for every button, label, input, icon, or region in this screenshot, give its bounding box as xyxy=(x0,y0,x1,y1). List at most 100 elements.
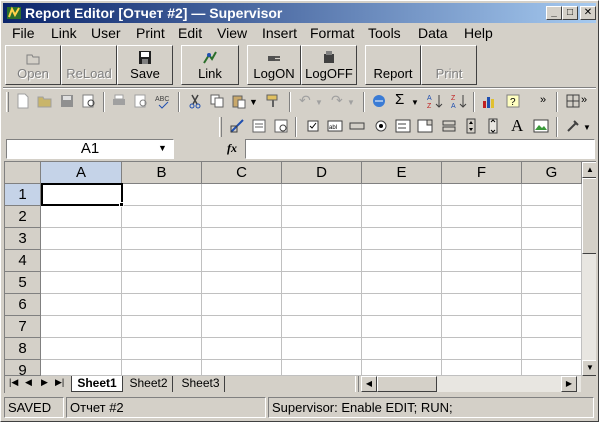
menu-link[interactable]: Link xyxy=(51,25,77,41)
cell-d2[interactable] xyxy=(282,206,362,228)
prev-sheet-icon[interactable]: ◀ xyxy=(25,377,32,388)
cell-g1[interactable] xyxy=(522,184,582,206)
print-preview-icon[interactable] xyxy=(81,93,97,109)
active-cell-a1[interactable] xyxy=(41,183,123,206)
first-sheet-icon[interactable]: |◀ xyxy=(9,377,18,388)
design-mode-icon[interactable] xyxy=(229,118,245,134)
cell-a5[interactable] xyxy=(41,272,122,294)
row-header-2[interactable]: 2 xyxy=(5,206,41,228)
report-button[interactable]: Report xyxy=(365,45,421,85)
cell-c6[interactable] xyxy=(202,294,282,316)
row-header-5[interactable]: 5 xyxy=(5,272,41,294)
cell-d1[interactable] xyxy=(282,184,362,206)
cell-e3[interactable] xyxy=(362,228,442,250)
new-file-icon[interactable] xyxy=(15,93,31,109)
cell-f8[interactable] xyxy=(442,338,522,360)
last-sheet-icon[interactable]: ▶| xyxy=(55,377,64,388)
cell-c7[interactable] xyxy=(202,316,282,338)
cell-d6[interactable] xyxy=(282,294,362,316)
cell-e4[interactable] xyxy=(362,250,442,272)
horizontal-scroll-thumb[interactable] xyxy=(377,376,437,392)
cell-c5[interactable] xyxy=(202,272,282,294)
cell-d9[interactable] xyxy=(282,360,362,376)
menu-edit[interactable]: Edit xyxy=(178,25,202,41)
menu-view[interactable]: View xyxy=(217,25,247,41)
toolbar-overflow-icon-2[interactable]: » xyxy=(581,94,597,110)
cell-b1[interactable] xyxy=(122,184,202,206)
copy-icon[interactable] xyxy=(209,93,225,109)
cell-a7[interactable] xyxy=(41,316,122,338)
combobox-control-icon[interactable] xyxy=(417,118,433,134)
insert-function-icon[interactable]: fx xyxy=(227,141,237,156)
cell-a2[interactable] xyxy=(41,206,122,228)
cell-e8[interactable] xyxy=(362,338,442,360)
formula-input[interactable] xyxy=(245,139,595,159)
menu-format[interactable]: Format xyxy=(310,25,354,41)
row-header-8[interactable]: 8 xyxy=(5,338,41,360)
cell-f3[interactable] xyxy=(442,228,522,250)
cell-a6[interactable] xyxy=(41,294,122,316)
cell-a8[interactable] xyxy=(41,338,122,360)
cell-b6[interactable] xyxy=(122,294,202,316)
row-header-3[interactable]: 3 xyxy=(5,228,41,250)
menu-help[interactable]: Help xyxy=(464,25,493,41)
cell-c3[interactable] xyxy=(202,228,282,250)
menu-insert[interactable]: Insert xyxy=(262,25,297,41)
preview-icon[interactable] xyxy=(133,93,149,109)
cut-icon[interactable] xyxy=(187,93,203,109)
cell-g2[interactable] xyxy=(522,206,582,228)
column-header-e[interactable]: E xyxy=(362,162,442,184)
command-button-icon[interactable] xyxy=(349,118,365,134)
column-header-a[interactable]: A xyxy=(41,162,122,184)
option-button-icon[interactable] xyxy=(373,118,389,134)
label-control-icon[interactable]: A xyxy=(511,116,527,135)
scroll-down-icon[interactable]: ▼ xyxy=(582,360,596,376)
checkbox-control-icon[interactable] xyxy=(305,118,321,134)
image-control-icon[interactable] xyxy=(533,118,549,134)
tab-split-handle[interactable] xyxy=(355,376,359,392)
fill-handle[interactable] xyxy=(119,202,124,207)
cell-b4[interactable] xyxy=(122,250,202,272)
cell-e2[interactable] xyxy=(362,206,442,228)
save-disk-icon[interactable] xyxy=(59,93,75,109)
paste-icon[interactable] xyxy=(231,93,247,109)
minimize-button[interactable]: _ xyxy=(546,6,562,20)
column-header-b[interactable]: B xyxy=(122,162,202,184)
paste-dropdown-icon[interactable]: ▼ xyxy=(249,97,265,113)
textbox-control-icon[interactable]: abl xyxy=(327,118,343,134)
cell-a4[interactable] xyxy=(41,250,122,272)
toolbar-grip[interactable] xyxy=(6,92,9,112)
cell-d7[interactable] xyxy=(282,316,362,338)
cell-g4[interactable] xyxy=(522,250,582,272)
cell-f1[interactable] xyxy=(442,184,522,206)
undo-dropdown-icon[interactable]: ▼ xyxy=(315,98,331,114)
more-controls-dropdown-icon[interactable]: ▼ xyxy=(583,123,599,139)
cell-b5[interactable] xyxy=(122,272,202,294)
select-all-corner[interactable] xyxy=(5,162,41,184)
cell-c4[interactable] xyxy=(202,250,282,272)
toolbar-grip[interactable] xyxy=(219,117,222,137)
row-header-1[interactable]: 1 xyxy=(5,184,41,206)
scroll-right-icon[interactable]: ▶ xyxy=(561,376,577,392)
cell-d8[interactable] xyxy=(282,338,362,360)
open-button[interactable]: Open xyxy=(5,45,61,85)
autosum-dropdown-icon[interactable]: ▼ xyxy=(411,98,427,114)
menu-user[interactable]: User xyxy=(91,25,121,41)
row-header-7[interactable]: 7 xyxy=(5,316,41,338)
cell-d3[interactable] xyxy=(282,228,362,250)
menu-data[interactable]: Data xyxy=(418,25,448,41)
sort-ascending-icon[interactable]: AZ xyxy=(427,93,443,109)
open-folder-icon[interactable] xyxy=(37,93,53,109)
cell-f9[interactable] xyxy=(442,360,522,376)
redo-dropdown-icon[interactable]: ▼ xyxy=(347,98,363,114)
next-sheet-icon[interactable]: ▶ xyxy=(41,377,48,388)
autosum-icon[interactable]: Σ xyxy=(395,91,411,108)
scrollbar-control-icon[interactable] xyxy=(485,118,501,134)
save-button[interactable]: Save xyxy=(117,45,173,85)
cell-f4[interactable] xyxy=(442,250,522,272)
cell-b3[interactable] xyxy=(122,228,202,250)
cell-e9[interactable] xyxy=(362,360,442,376)
cell-b8[interactable] xyxy=(122,338,202,360)
logoff-button[interactable]: LogOFF xyxy=(301,45,357,85)
cell-c9[interactable] xyxy=(202,360,282,376)
